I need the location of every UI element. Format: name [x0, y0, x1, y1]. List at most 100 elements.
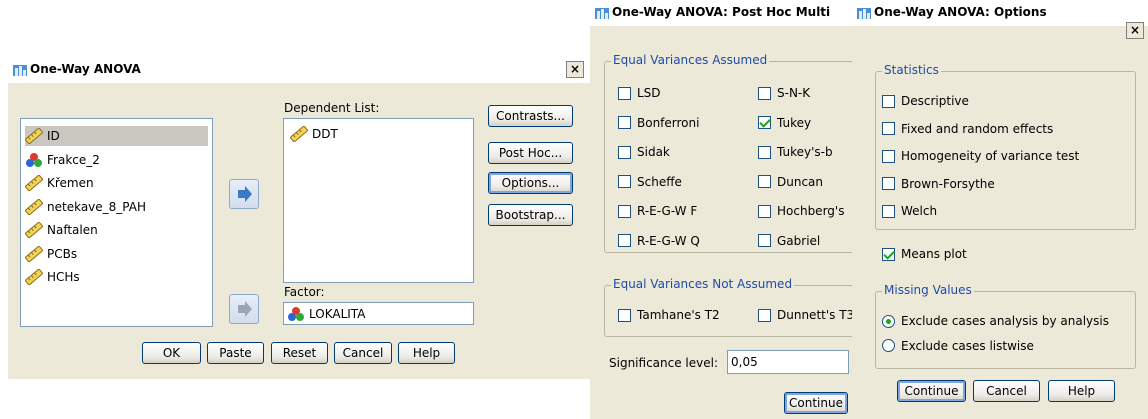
move-to-factor-button[interactable] — [229, 294, 259, 324]
checkbox-icon — [758, 145, 771, 159]
nominal-icon — [26, 152, 42, 167]
window-title: One-Way ANOVA: Post Hoc Multi — [612, 5, 831, 19]
s-n-k-checkbox[interactable]: S-N-K — [758, 86, 810, 100]
variable-list-item[interactable]: Křemen — [25, 173, 208, 193]
option-label: Sidak — [637, 145, 670, 159]
ruler-icon — [25, 222, 43, 238]
checkbox-icon — [758, 234, 771, 247]
tamhane-checkbox[interactable]: Tamhane's T2 — [618, 308, 720, 322]
checkbox-icon — [618, 204, 631, 218]
group-title: Missing Values — [882, 283, 974, 297]
sidak-checkbox[interactable]: Sidak — [618, 145, 670, 159]
one-way-anova-dialog: One-Way ANOVA × ID Frakce_2 Křemen netekave… — [8, 57, 590, 379]
cancel-button[interactable]: Cancel — [973, 380, 1040, 402]
variable-name: Křemen — [47, 176, 94, 190]
variable-name: PCBs — [47, 246, 78, 261]
dependent-list-item[interactable]: DDT — [290, 124, 338, 144]
variable-name: HCHs — [47, 270, 80, 284]
variable-list-item[interactable]: PCBs — [25, 244, 208, 264]
spss-app-icon — [857, 8, 871, 19]
factor-value: LOKALITA — [309, 306, 366, 321]
checkbox-icon — [618, 175, 631, 188]
options-dialog: One-Way ANOVA: Options × Statistics Desc… — [852, 0, 1148, 419]
brown-forsythe-checkbox[interactable]: Brown-Forsythe — [882, 177, 995, 191]
reset-button[interactable]: Reset — [271, 342, 328, 364]
descriptive-checkbox[interactable]: Descriptive — [882, 94, 969, 108]
r-e-g-w-q-checkbox[interactable]: R-E-G-W Q — [618, 234, 700, 248]
close-icon[interactable]: × — [566, 61, 584, 78]
gabriel-checkbox[interactable]: Gabriel — [758, 234, 820, 248]
continue-button[interactable]: Continue — [897, 380, 966, 402]
variable-list-item[interactable]: Frakce_2 — [25, 150, 208, 170]
variable-list-item[interactable]: HCHs — [25, 267, 208, 287]
factor-label: Factor: — [284, 285, 325, 299]
window-title: One-Way ANOVA — [30, 62, 141, 76]
variable-list-item[interactable]: ID — [25, 126, 208, 146]
duncan-checkbox[interactable]: Duncan — [758, 175, 823, 189]
factor-field[interactable]: LOKALITA — [283, 302, 474, 325]
exclude-cases-analysis-by-analysis-radio[interactable]: Exclude cases analysis by analysis — [882, 314, 1109, 328]
ruler-icon — [25, 198, 43, 215]
welch-checkbox[interactable]: Welch — [882, 204, 937, 218]
variable-name: DDT — [312, 127, 338, 141]
hochberg-s-checkbox[interactable]: Hochberg's — [758, 204, 844, 218]
checkbox-icon — [882, 204, 895, 218]
close-icon[interactable]: × — [1126, 22, 1144, 39]
radio-icon — [882, 339, 895, 352]
variable-name: Frakce_2 — [47, 152, 100, 167]
checkbox-icon — [882, 177, 895, 190]
checkbox-icon — [882, 247, 895, 261]
variable-list-item[interactable]: netekave_8_PAH — [25, 197, 208, 217]
fixed-and-random-effects-checkbox[interactable]: Fixed and random effects — [882, 122, 1053, 136]
ruler-icon — [25, 128, 43, 144]
checkbox-icon — [882, 122, 895, 135]
help-button[interactable]: Help — [1048, 380, 1115, 402]
ok-button[interactable]: OK — [142, 342, 201, 364]
bootstrap-button[interactable]: Bootstrap... — [488, 204, 573, 226]
lsd-checkbox[interactable]: LSD — [618, 86, 661, 100]
homogeneity-of-variance-test-checkbox[interactable]: Homogeneity of variance test — [882, 149, 1079, 163]
variable-name: netekave_8_PAH — [47, 199, 146, 214]
ruler-icon — [25, 175, 43, 191]
options-button[interactable]: Options... — [488, 172, 573, 194]
option-label: Exclude cases analysis by analysis — [901, 314, 1109, 328]
significance-field[interactable]: 0,05 — [727, 350, 849, 374]
variable-list-item[interactable]: Naftalen — [25, 220, 208, 240]
variable-name: Naftalen — [47, 223, 98, 237]
arrow-right-icon — [238, 186, 252, 202]
checkbox-icon — [758, 308, 771, 322]
bonferroni-checkbox[interactable]: Bonferroni — [618, 116, 699, 130]
checkbox-icon — [882, 149, 895, 163]
cancel-button[interactable]: Cancel — [334, 342, 392, 364]
significance-value: 0,05 — [731, 355, 758, 369]
option-label: Tukey — [777, 115, 812, 130]
checkbox-icon — [618, 308, 631, 322]
dependent-list[interactable]: DDT — [283, 118, 474, 283]
contrasts-button[interactable]: Contrasts... — [488, 105, 573, 127]
source-variable-list[interactable]: ID Frakce_2 Křemen netekave_8_PAH Naftalen PC… — [20, 118, 213, 327]
continue-button[interactable]: Continue — [784, 392, 848, 414]
dependent-list-label: Dependent List: — [284, 101, 380, 115]
option-label: Descriptive — [901, 94, 969, 108]
exclude-cases-listwise-radio[interactable]: Exclude cases listwise — [882, 339, 1034, 353]
title-bar: One-Way ANOVA: Post Hoc Multi — [590, 0, 852, 26]
r-e-g-w-f-checkbox[interactable]: R-E-G-W F — [618, 204, 697, 218]
tukey-s-b-checkbox[interactable]: Tukey's-b — [758, 145, 833, 159]
tukey-checkbox[interactable]: Tukey — [758, 116, 811, 130]
option-label: Welch — [901, 204, 938, 218]
dunnett-t3-checkbox[interactable]: Dunnett's T3 — [758, 308, 854, 322]
window-title: One-Way ANOVA: Options — [874, 5, 1047, 19]
post-hoc-button[interactable]: Post Hoc... — [488, 142, 573, 164]
spss-app-icon — [13, 65, 27, 76]
move-to-dependent-button[interactable] — [229, 179, 259, 209]
paste-button[interactable]: Paste — [207, 342, 264, 364]
scheffe-checkbox[interactable]: Scheffe — [618, 175, 682, 189]
option-label: Gabriel — [777, 233, 821, 248]
option-label: R-E-G-W Q — [637, 233, 700, 248]
option-label: Tukey's-b — [777, 145, 833, 159]
option-label: Hochberg's — [777, 204, 845, 218]
title-bar: One-Way ANOVA: Options × — [852, 0, 1148, 39]
means-plot-checkbox[interactable]: Means plot — [882, 247, 967, 261]
help-button[interactable]: Help — [398, 342, 455, 364]
option-label: Exclude cases listwise — [901, 338, 1034, 353]
